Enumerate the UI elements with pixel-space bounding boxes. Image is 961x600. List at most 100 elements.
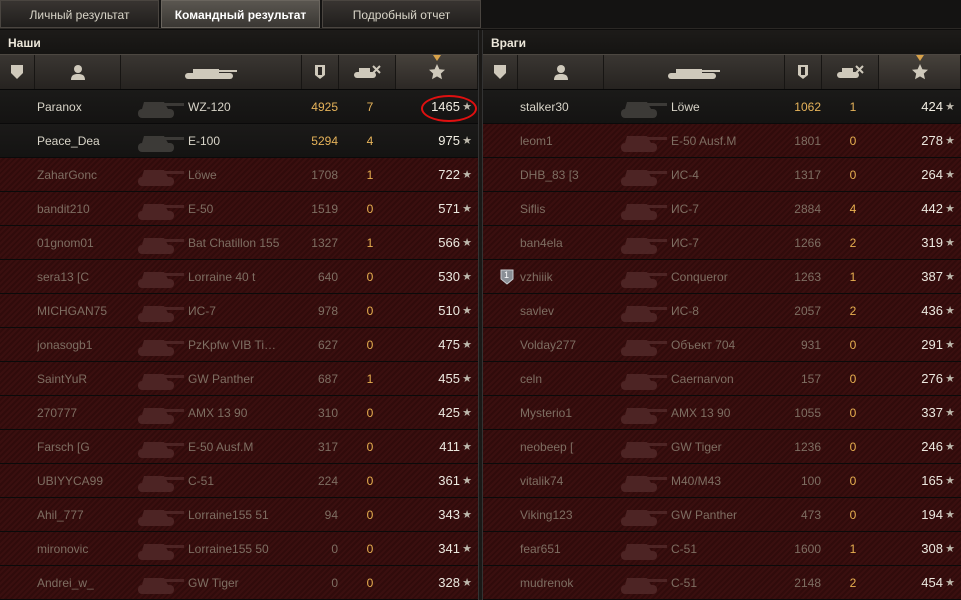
xp-star-column-header[interactable] — [396, 55, 478, 89]
xp-value: 722 — [438, 167, 460, 182]
kills-column-header[interactable] — [822, 55, 879, 89]
player-row[interactable]: celn Caernarvon 157 0 276 ★ — [483, 362, 961, 396]
kills-value: 0 — [366, 542, 374, 556]
tank-image — [615, 260, 669, 294]
xp-star-icon: ★ — [462, 169, 472, 181]
kills-value: 1 — [849, 542, 857, 556]
player-row[interactable]: mironovic Lorraine155 50 0 0 341 ★ — [0, 532, 478, 566]
tab-team-result[interactable]: Командный результат — [161, 0, 320, 28]
badge-column-header[interactable] — [0, 55, 35, 89]
xp-star-icon: ★ — [945, 577, 955, 589]
xp-value: 319 — [921, 235, 943, 250]
player-row[interactable]: Peace_Dea E-100 5294 4 975 ★ — [0, 124, 478, 158]
player-row[interactable]: 1 vzhiiik Conqueror 1263 1 387 ★ — [483, 260, 961, 294]
player-row[interactable]: Andrei_w_ GW Tiger 0 0 328 ★ — [0, 566, 478, 600]
player-row[interactable]: sera13 [C Lorraine 40 t 640 0 530 ★ — [0, 260, 478, 294]
tank-image — [132, 260, 186, 294]
player-row[interactable]: Mysterio1 AMX 13 90 1055 0 337 ★ — [483, 396, 961, 430]
xp-value: 566 — [438, 235, 460, 250]
xp-star-icon: ★ — [462, 339, 472, 351]
damage-value: 224 — [317, 474, 338, 488]
kills-value: 0 — [849, 474, 857, 488]
tank-image — [615, 294, 669, 328]
tank-image — [132, 464, 186, 498]
tank-image — [615, 498, 669, 532]
player-row[interactable]: MICHGAN75 ИС-7 978 0 510 ★ — [0, 294, 478, 328]
damage-value: 1600 — [794, 542, 821, 556]
player-row[interactable]: jonasogb1 PzKpfw VIB Tiger II 627 0 475★ — [0, 328, 478, 362]
damage-value: 0 — [331, 542, 338, 556]
player-column-header[interactable] — [518, 55, 604, 89]
tank-image — [615, 362, 669, 396]
allies-title: Наши — [0, 30, 478, 54]
tank-name: GW Panther — [188, 372, 255, 386]
tank-name: E-50 Ausf.M — [671, 134, 737, 148]
player-row[interactable]: ZaharGonc Löwe 1708 1 722 ★ — [0, 158, 478, 192]
badge-column-header[interactable] — [483, 55, 518, 89]
xp-star-icon: ★ — [462, 407, 472, 419]
player-row[interactable]: Viking123 GW Panther 473 0 194 ★ — [483, 498, 961, 532]
kills-value: 0 — [366, 338, 374, 352]
damage-value: 473 — [800, 508, 821, 522]
kills-value: 1 — [366, 168, 374, 182]
xp-value: 276 — [921, 371, 943, 386]
kills-value: 0 — [366, 576, 374, 590]
xp-value: 337 — [921, 405, 943, 420]
xp-value: 454 — [921, 575, 943, 590]
tank-name: ИС-4 — [671, 168, 699, 182]
player-row[interactable]: DHB_83 [3 ИС-4 1317 0 264 ★ — [483, 158, 961, 192]
kills-column-header[interactable] — [339, 55, 396, 89]
kills-value: 0 — [849, 406, 857, 420]
tab-personal-result[interactable]: Личный результат — [0, 0, 159, 28]
kills-value: 2 — [849, 576, 857, 590]
damage-column-header[interactable] — [302, 55, 339, 89]
player-row[interactable]: stalker30 Löwe 1062 1 424 ★ — [483, 90, 961, 124]
tank-column-header[interactable] — [604, 55, 785, 89]
xp-star-icon — [911, 64, 928, 80]
player-row[interactable]: Volday277 Объект 704 931 0 291 ★ — [483, 328, 961, 362]
xp-star-icon: ★ — [462, 271, 472, 283]
player-row[interactable]: bandit210 E-50 1519 0 571 ★ — [0, 192, 478, 226]
player-row[interactable]: Ahil_777 Lorraine155 51 94 0 343 ★ — [0, 498, 478, 532]
player-row[interactable]: 01gnom01 Bat Chatillon 155 1327 1 566 ★ — [0, 226, 478, 260]
player-name: SaintYuR — [37, 372, 88, 386]
player-row[interactable]: Farsch [G E-50 Ausf.M 317 0 411 ★ — [0, 430, 478, 464]
kills-value: 1 — [366, 236, 374, 250]
player-row[interactable]: fear651 С-51 1600 1 308 ★ — [483, 532, 961, 566]
kills-value: 0 — [366, 304, 374, 318]
tank-image — [615, 158, 669, 192]
tank-icon — [666, 64, 722, 80]
xp-star-icon: ★ — [945, 271, 955, 283]
player-row[interactable]: neobeep [GW Tiger 1236 0 246 ★ — [483, 430, 961, 464]
player-row[interactable]: Siflis ИС-7 2884 4 442 ★ — [483, 192, 961, 226]
player-name: ban4ela — [520, 236, 563, 250]
xp-star-icon: ★ — [462, 373, 472, 385]
tab-detailed-report[interactable]: Подробный отчет — [322, 0, 481, 28]
player-row[interactable]: leom1 E-50 Ausf.M 1801 0 278 ★ — [483, 124, 961, 158]
tank-image — [615, 328, 669, 362]
tank-name: WZ-120 — [188, 100, 231, 114]
player-row[interactable]: mudrenok С-51 2148 2 454 ★ — [483, 566, 961, 600]
badge-icon — [493, 64, 507, 80]
kills-value: 0 — [366, 440, 374, 454]
player-row[interactable]: vitalik74 M40/M43 100 0 165 ★ — [483, 464, 961, 498]
player-row[interactable]: SaintYuR GW Panther 687 1 455 ★ — [0, 362, 478, 396]
player-row[interactable]: UBIYYCA99 С-51 224 0 361 ★ — [0, 464, 478, 498]
xp-star-column-header[interactable] — [879, 55, 961, 89]
tank-name: GW Tiger — [671, 440, 722, 454]
player-row[interactable]: 270777 AMX 13 90 310 0 425 ★ — [0, 396, 478, 430]
damage-value: 1263 — [794, 270, 821, 284]
tank-image — [132, 192, 186, 226]
tank-name: M40/M43 — [671, 474, 722, 488]
player-column-header[interactable] — [35, 55, 121, 89]
player-row[interactable]: savlev ИС-8 2057 2 436 ★ — [483, 294, 961, 328]
tank-column-header[interactable] — [121, 55, 302, 89]
tank-image — [132, 328, 186, 362]
player-row[interactable]: Paranox WZ-120 4925 7 1465 ★ — [0, 90, 478, 124]
tank-name: E-100 — [188, 134, 221, 148]
damage-value: 2148 — [794, 576, 821, 590]
damage-column-header[interactable] — [785, 55, 822, 89]
kills-value: 0 — [366, 406, 374, 420]
player-name: neobeep [ — [520, 440, 574, 454]
player-row[interactable]: ban4ela ИС-7 1266 2 319 ★ — [483, 226, 961, 260]
